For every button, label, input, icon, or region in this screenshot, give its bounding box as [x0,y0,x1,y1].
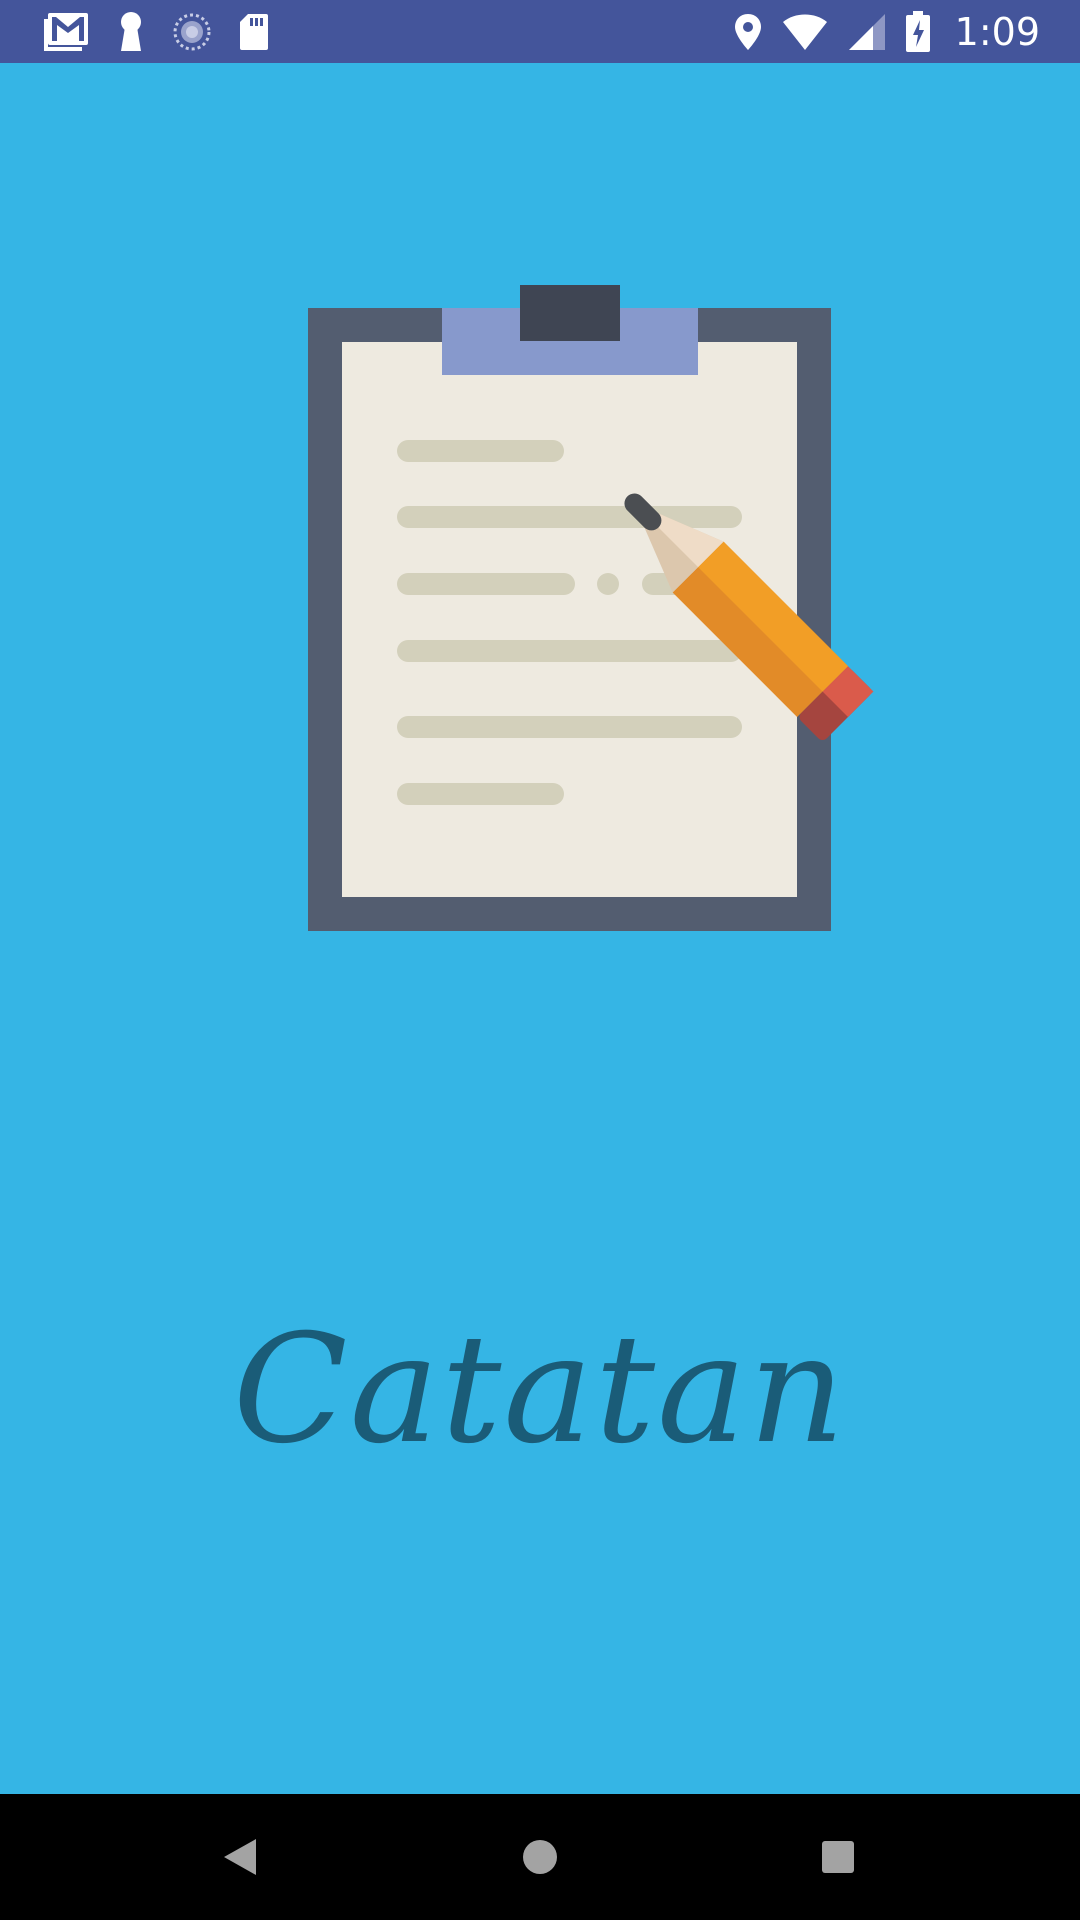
clock: 1:09 [954,10,1040,54]
clipboard-pencil-icon [308,285,874,931]
navigation-bar [0,1794,1080,1920]
keyhole-icon [121,12,141,51]
back-button[interactable] [210,1827,270,1887]
wifi-icon [782,14,827,50]
home-icon [523,1840,557,1874]
battery-charging-icon [905,11,930,52]
status-left-icons [42,10,270,54]
sd-card-icon [240,14,268,50]
app-name: Catatan [232,1303,848,1477]
splash-screen: Catatan [0,63,1080,1794]
sync-icon [173,13,211,51]
home-button[interactable] [510,1827,570,1887]
status-right-icons: 1:09 [733,10,1040,54]
status-bar: 1:09 [0,0,1080,63]
location-icon [734,14,761,50]
signal-icon [848,14,885,50]
back-icon [224,1839,256,1875]
recents-button[interactable] [808,1827,868,1887]
recents-icon [822,1841,854,1873]
gmail-icon [44,13,88,51]
